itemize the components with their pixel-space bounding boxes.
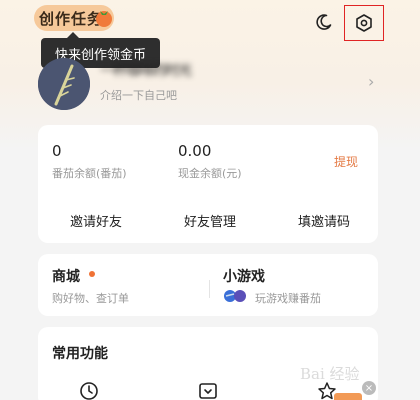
watermark-text: Bai 经验: [300, 364, 360, 383]
game-avatars-icon: [224, 290, 246, 302]
shop-games-card: 商城 购好物、查订单 小游戏 玩游戏赚番茄: [38, 254, 378, 316]
invite-friends-button[interactable]: 邀请好友: [70, 211, 122, 230]
inbox-icon[interactable]: [197, 380, 219, 400]
games-subtitle[interactable]: 玩游戏赚番茄: [255, 290, 321, 306]
bio-text[interactable]: 介绍一下自己吧: [100, 87, 177, 103]
common-functions-title: 常用功能: [52, 346, 108, 362]
close-icon[interactable]: ×: [362, 381, 376, 395]
tomato-icon: [96, 11, 112, 27]
withdraw-button[interactable]: 提现: [334, 153, 358, 170]
avatar[interactable]: [38, 58, 90, 110]
wallet-card: 0 番茄余额(番茄) 0.00 现金余额(元) 提现 邀请好友 好友管理 填邀请…: [38, 125, 378, 243]
cash-balance-label: 现金余额(元): [178, 167, 242, 180]
shop-title[interactable]: 商城: [52, 266, 80, 286]
clock-icon[interactable]: [78, 380, 100, 400]
chevron-right-icon[interactable]: ›: [368, 72, 374, 91]
shop-subtitle[interactable]: 购好物、查订单: [52, 290, 129, 306]
cash-balance-value[interactable]: 0.00: [178, 142, 211, 160]
enter-invite-code-button[interactable]: 填邀请码: [298, 211, 350, 230]
moon-icon[interactable]: [314, 12, 334, 32]
avatar-image: [38, 58, 90, 110]
tomato-balance-label: 番茄余额(番茄): [52, 167, 127, 180]
games-title[interactable]: 小游戏: [223, 266, 265, 286]
settings-button[interactable]: [344, 5, 384, 41]
baidu-watermark: Bai 经验: [300, 346, 420, 400]
divider: [209, 280, 210, 298]
tomato-balance-value[interactable]: 0: [52, 142, 62, 160]
friend-management-button[interactable]: 好友管理: [184, 211, 236, 230]
notification-dot: [89, 271, 95, 277]
settings-icon: [356, 14, 372, 32]
username: 一杯咖啡的时光: [100, 63, 192, 78]
